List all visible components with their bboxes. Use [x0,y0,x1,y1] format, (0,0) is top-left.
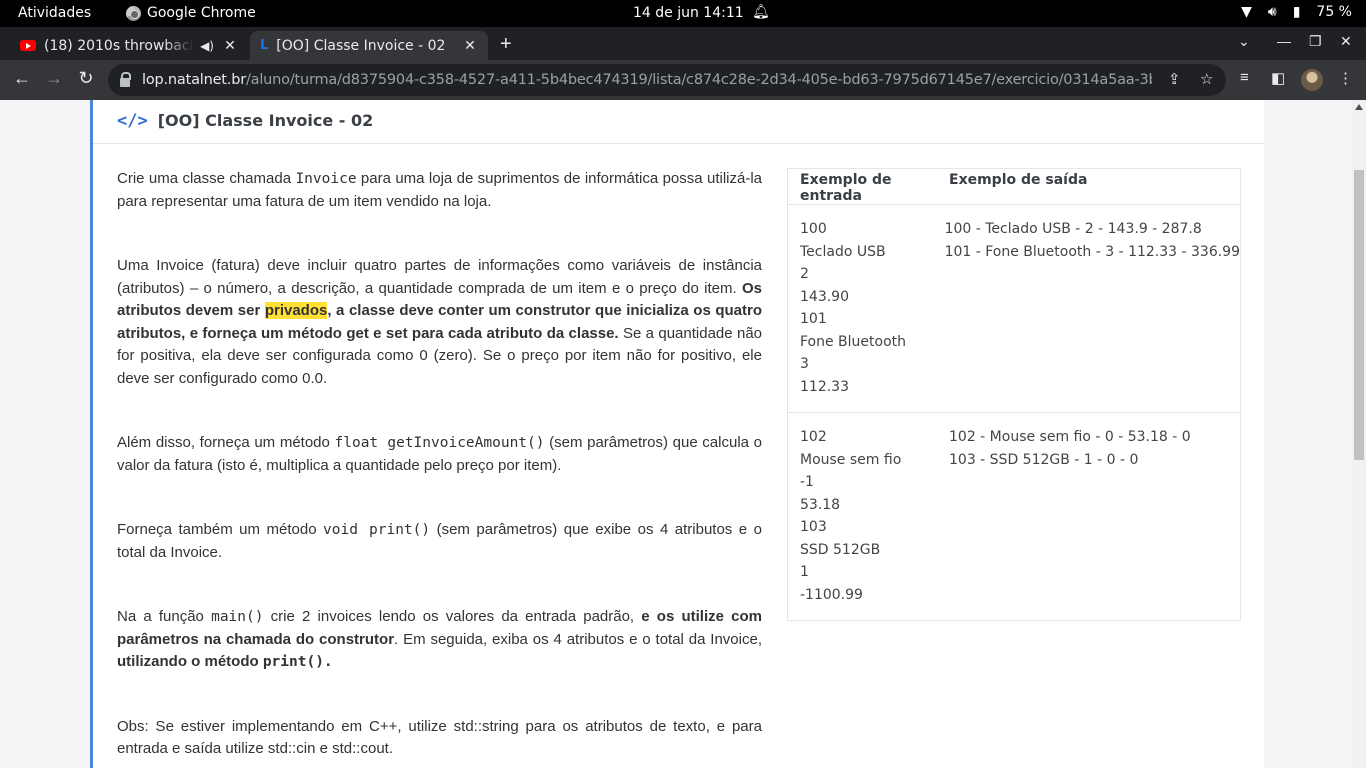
clock[interactable]: 14 de jun 14:11 [633,5,744,21]
input-line: 53.18 [800,496,841,513]
output-line: 101 - Fone Bluetooth - 3 - 112.33 - 336.… [944,243,1240,260]
exercise-card: </> [OO] Classe Invoice - 02 Crie uma cl… [90,100,1264,768]
output-line: 103 - SSD 512GB - 1 - 0 - 0 [949,451,1139,468]
examples-header: Exemplo de entrada Exemplo de saída [788,169,1240,205]
input-line: -1 [800,474,814,490]
new-tab-button[interactable]: + [500,33,512,56]
example-row: 100 Teclado USB 2 143.90 101 Fone Bluetooth 3 1… [788,205,1240,413]
example-output: 100 - Teclado USB - 2 - 143.9 - 287.8 101… [945,218,1240,398]
example-output: 102 - Mouse sem fio - 0 - 53.18 - 0 103 -… [949,426,1240,606]
input-line: 102 [800,429,827,445]
minimize-button[interactable]: — [1277,33,1291,49]
tab-title: [OO] Classe Invoice - 02 [276,37,446,54]
exercise-header: </> [OO] Classe Invoice - 02 [93,100,1264,144]
header-input: Exemplo de entrada [800,172,892,204]
page-scrollbar[interactable] [1352,100,1366,768]
app-menu-label: Google Chrome [147,5,256,21]
input-line: 143.90 [800,288,849,305]
paragraph-2: Uma Invoice (fatura) deve incluir quatro… [117,257,762,387]
volume-icon: 🔊︎ [1267,4,1277,20]
side-panel-icon[interactable]: ◧ [1271,69,1285,87]
profile-avatar[interactable] [1301,69,1323,91]
input-line: 3 [800,356,809,372]
youtube-icon [20,40,36,51]
bookmark-star-icon[interactable]: ☆ [1200,70,1213,88]
input-line: 112.33 [800,378,849,395]
paragraph-1: Crie uma classe chamada Invoice para uma… [117,170,762,210]
lock-icon[interactable] [120,72,131,87]
menu-kebab-icon[interactable]: ⋮ [1338,69,1353,87]
chrome-icon [126,5,141,21]
forward-button[interactable]: → [42,68,66,89]
media-control-icon[interactable]: ≡ [1240,69,1249,86]
app-menu[interactable]: Google Chrome [126,5,256,21]
input-line: 103 [800,519,827,535]
code-icon: </> [117,110,148,131]
input-line: Mouse sem fio [800,451,902,468]
header-output: Exemplo de saída [949,172,1088,188]
battery-percent: 75 % [1316,4,1352,20]
paragraph-4: Forneça também um método void print() (s… [117,521,762,561]
input-line: Teclado USB [800,243,886,260]
scroll-thumb[interactable] [1354,170,1364,460]
tab-search-icon[interactable]: ⌄ [1238,33,1250,50]
output-line: 102 - Mouse sem fio - 0 - 53.18 - 0 [949,429,1191,445]
reload-button[interactable]: ↻ [74,68,98,89]
exercise-description: Crie uma classe chamada Invoice para uma… [117,168,762,768]
bell-icon: 🔔︎ [752,4,770,20]
system-top-bar: Atividades Google Chrome 14 de jun 14:11… [0,0,1366,27]
address-bar[interactable]: lop.natalnet.br/aluno/turma/d8375904-c35… [108,64,1226,96]
close-tab-icon[interactable]: ✕ [460,38,480,54]
url-text[interactable]: lop.natalnet.br/aluno/turma/d8375904-c35… [142,72,1152,88]
example-row: 102 Mouse sem fio -1 53.18 103 SSD 512GB 1 -110… [788,413,1240,620]
browser-toolbar: ← → ↻ lop.natalnet.br/aluno/turma/d83759… [0,60,1366,100]
example-input: 102 Mouse sem fio -1 53.18 103 SSD 512GB 1 -110… [788,426,949,606]
paragraph-5: Na a função main() crie 2 invoices lendo… [117,608,762,670]
share-icon[interactable]: ⇪ [1168,70,1181,88]
input-line: -1100.99 [800,586,863,603]
wifi-icon: ▼ [1241,4,1252,20]
tab-youtube[interactable]: (18) 2010s throwback m ◀) ✕ [10,31,248,60]
input-line: 101 [800,311,827,327]
tab-strip: (18) 2010s throwback m ◀) ✕ L [OO] Class… [0,27,1366,60]
exercise-title: [OO] Classe Invoice - 02 [157,111,374,130]
highlighted-word: privados [264,302,328,319]
tab-title: (18) 2010s throwback m [44,37,195,54]
input-line: 1 [800,564,809,580]
output-line: 100 - Teclado USB - 2 - 143.9 - 287.8 [944,221,1202,237]
back-button[interactable]: ← [10,68,34,89]
input-line: SSD 512GB [800,541,881,558]
example-input: 100 Teclado USB 2 143.90 101 Fone Bluetooth 3 1… [788,218,945,398]
input-line: Fone Bluetooth [800,333,907,350]
close-tab-icon[interactable]: ✕ [220,38,240,54]
input-line: 100 [800,221,827,237]
paragraph-3: Além disso, forneça um método float getI… [117,434,762,474]
maximize-button[interactable]: ❐ [1309,33,1322,50]
tab-active-exercise[interactable]: L [OO] Classe Invoice - 02 ✕ [250,31,488,60]
battery-icon: ▮ [1292,4,1301,20]
lop-favicon-icon: L [260,38,269,53]
scroll-up-arrow-icon[interactable] [1355,104,1363,110]
speaker-icon[interactable]: ◀) [200,39,214,53]
page-viewport: </> [OO] Classe Invoice - 02 Crie uma cl… [0,100,1352,768]
input-line: 2 [800,266,809,282]
system-tray[interactable]: ▼ 🔊︎ ▮ 75 % [1241,4,1352,20]
examples-table: Exemplo de entrada Exemplo de saída 100 T… [787,168,1241,621]
close-window-button[interactable]: ✕ [1340,33,1352,50]
paragraph-6: Obs: Se estiver implementando em C++, ut… [117,717,762,758]
activities-button[interactable]: Atividades [18,5,91,21]
